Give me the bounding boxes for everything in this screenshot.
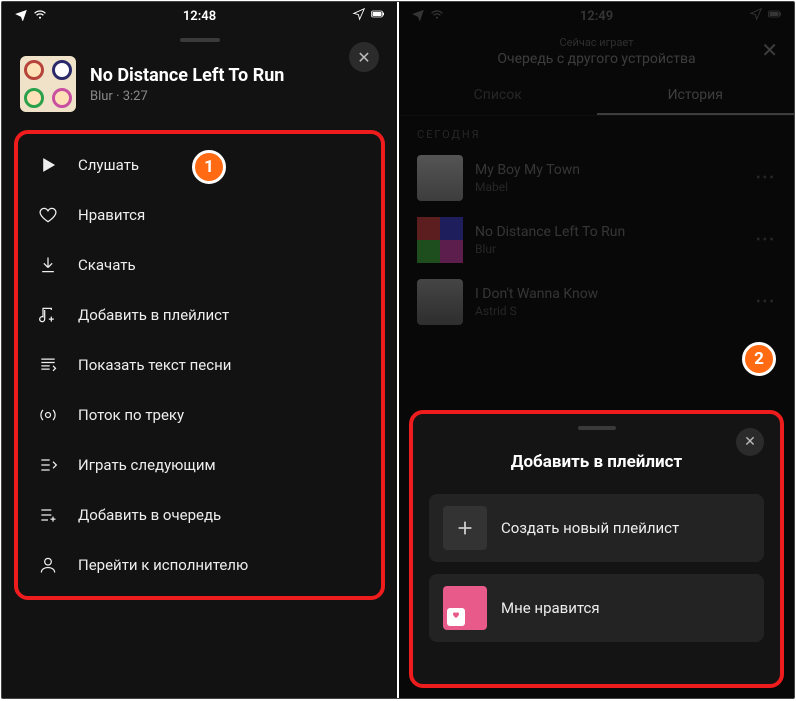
track-title: No Distance Left To Run [90, 65, 284, 86]
menu-download[interactable]: Скачать [18, 240, 381, 290]
context-menu: Слушать Нравится Скачать Добавить в плей… [14, 130, 385, 600]
sheet-item-label: Мне нравится [501, 599, 600, 617]
menu-like[interactable]: Нравится [18, 190, 381, 240]
battery-icon [371, 7, 385, 25]
menu-radio[interactable]: Поток по треку [18, 390, 381, 440]
menu-add-queue[interactable]: Добавить в очередь [18, 490, 381, 540]
menu-item-label: Поток по треку [78, 406, 184, 424]
drag-handle[interactable] [578, 426, 616, 430]
status-bar: 12:48 [2, 2, 397, 30]
menu-lyrics[interactable]: Показать текст песни [18, 340, 381, 390]
sheet-item-label: Создать новый плейлист [501, 519, 679, 537]
right-screen: 12:49 Сейчас играет Очередь с другого ус… [399, 2, 794, 698]
wifi-icon [33, 7, 47, 25]
add-to-playlist-sheet: ✕ Добавить в плейлист Создать новый плей… [409, 410, 784, 688]
track-meta: Blur · 3:27 [90, 89, 284, 104]
album-art [20, 56, 76, 112]
plus-icon [443, 506, 487, 550]
menu-item-label: Нравится [78, 206, 145, 224]
liked-playlist-button[interactable]: Мне нравится [429, 574, 764, 642]
left-screen: 12:48 ✕ No Distance Left To Run Blur · 3… [2, 2, 397, 698]
liked-playlist-icon [443, 586, 487, 630]
menu-item-label: Добавить в очередь [78, 506, 221, 524]
lyrics-icon [36, 353, 60, 377]
play-icon [36, 153, 60, 177]
artist-icon [36, 553, 60, 577]
track-header: ✕ No Distance Left To Run Blur · 3:27 [2, 42, 397, 130]
close-button[interactable]: ✕ [736, 428, 764, 456]
annotation-badge-1: 1 [192, 150, 226, 184]
download-icon [36, 253, 60, 277]
airplane-icon [14, 7, 28, 25]
play-next-icon [36, 453, 60, 477]
playlist-add-icon [36, 303, 60, 327]
menu-item-label: Перейти к исполнителю [78, 556, 248, 574]
status-time: 12:48 [183, 9, 216, 24]
queue-add-icon [36, 503, 60, 527]
create-playlist-button[interactable]: Создать новый плейлист [429, 494, 764, 562]
menu-play-next[interactable]: Играть следующим [18, 440, 381, 490]
radio-icon [36, 403, 60, 427]
menu-item-label: Слушать [78, 156, 139, 174]
menu-item-label: Показать текст песни [78, 356, 231, 374]
close-button[interactable]: ✕ [349, 42, 379, 72]
location-icon [352, 7, 366, 25]
menu-item-label: Скачать [78, 256, 136, 274]
heart-icon [36, 203, 60, 227]
menu-goto-artist[interactable]: Перейти к исполнителю [18, 540, 381, 590]
menu-item-label: Играть следующим [78, 456, 216, 474]
menu-add-playlist[interactable]: Добавить в плейлист [18, 290, 381, 340]
annotation-badge-2: 2 [742, 342, 776, 376]
menu-item-label: Добавить в плейлист [78, 306, 229, 324]
sheet-title: Добавить в плейлист [413, 434, 780, 494]
